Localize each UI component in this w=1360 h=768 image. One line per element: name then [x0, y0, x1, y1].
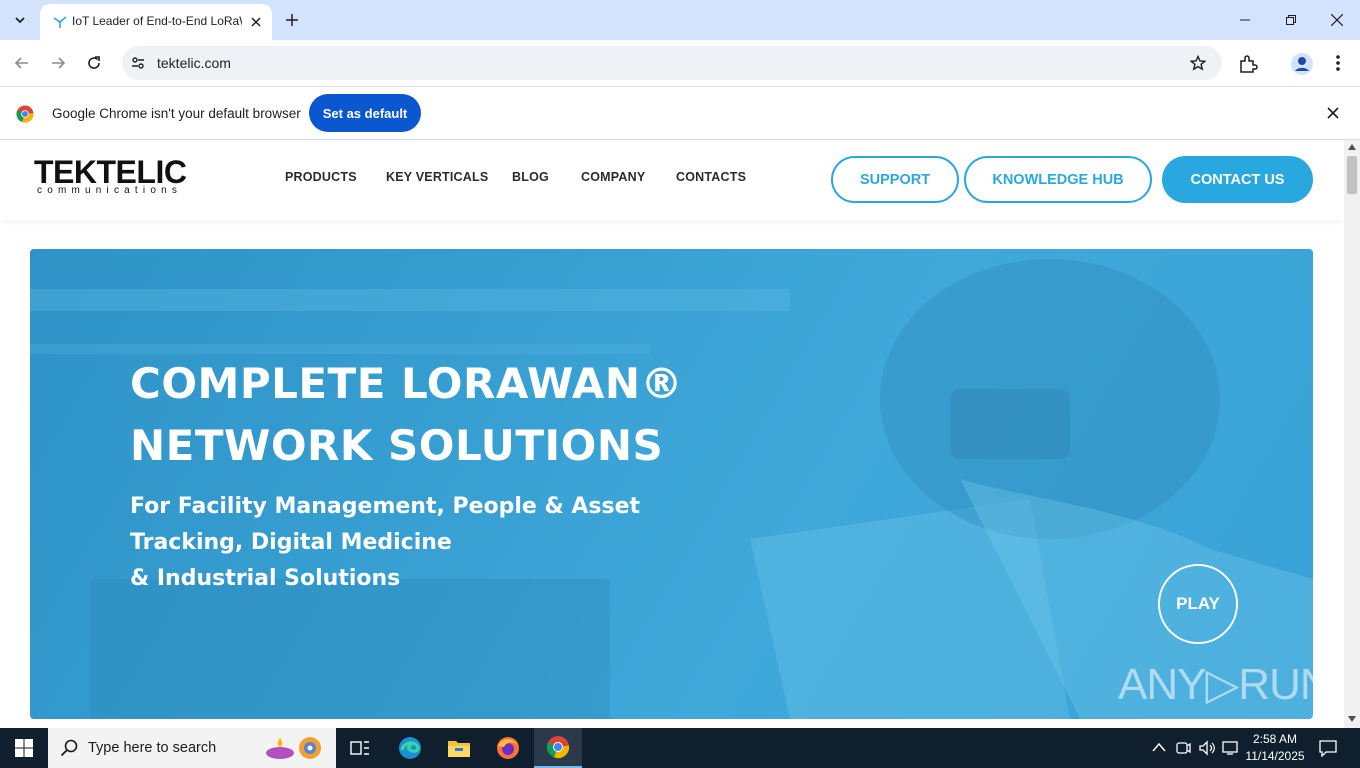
close-window-button[interactable]: [1314, 0, 1360, 40]
edge-icon: [399, 737, 421, 759]
taskbar-search-placeholder: Type here to search: [88, 740, 217, 756]
task-view-button[interactable]: [336, 728, 384, 768]
start-button[interactable]: [0, 728, 48, 768]
folder-icon: [448, 741, 470, 757]
edge-taskbar-button[interactable]: [386, 728, 434, 768]
hero-subtitle: For Facility Management, People & Asset …: [130, 489, 640, 597]
network-icon[interactable]: [1222, 740, 1240, 756]
browser-tab-strip: IoT Leader of End-to-End LoRaWAN: [0, 0, 1360, 40]
chrome-taskbar-button[interactable]: [534, 728, 582, 768]
browser-tab-active[interactable]: IoT Leader of End-to-End LoRaWAN: [40, 4, 272, 40]
restore-icon: [1286, 15, 1296, 25]
clock-time: 2:58 AM: [1252, 732, 1298, 746]
address-bar[interactable]: tektelic.com: [122, 46, 1222, 80]
logo-subtitle: communications: [37, 185, 183, 196]
volume-icon[interactable]: [1198, 740, 1216, 756]
tab-search-button[interactable]: [6, 7, 34, 33]
nav-key-verticals[interactable]: KEY VERTICALS: [386, 170, 488, 184]
plus-icon: [286, 14, 298, 26]
page-scrollbar[interactable]: [1344, 140, 1360, 728]
hero-subtitle-line-1: For Facility Management, People & Asset: [130, 494, 641, 519]
arrow-left-icon: [14, 57, 28, 69]
taskbar-search-box[interactable]: Type here to search: [48, 728, 336, 768]
scroll-down-icon[interactable]: [1348, 716, 1356, 722]
contact-us-button[interactable]: CONTACT US: [1162, 156, 1313, 203]
browser-toolbar: tektelic.com: [0, 40, 1360, 86]
windows-taskbar: Type here to search 2:58 AM 11/14/2025: [0, 728, 1360, 768]
infobar-message: Google Chrome isn't your default browser: [52, 106, 301, 121]
firefox-icon: [497, 737, 519, 759]
firefox-taskbar-button[interactable]: [484, 728, 532, 768]
new-tab-button[interactable]: [280, 8, 304, 32]
play-video-button[interactable]: PLAY: [1158, 564, 1238, 644]
support-button[interactable]: SUPPORT: [831, 156, 959, 203]
scroll-up-icon[interactable]: [1348, 144, 1356, 150]
minimize-button[interactable]: [1222, 0, 1268, 40]
hero-background-photo: [30, 249, 1313, 719]
file-explorer-taskbar-button[interactable]: [435, 728, 483, 768]
nav-blog[interactable]: BLOG: [512, 170, 549, 184]
site-header: TEKTELIC communications PRODUCTS KEY VER…: [0, 140, 1344, 220]
default-browser-infobar: Google Chrome isn't your default browser…: [0, 86, 1360, 140]
hero-title: COMPLETE LORAWAN® NETWORK SOLUTIONS: [130, 353, 683, 477]
restore-button[interactable]: [1268, 0, 1314, 40]
tab-title: IoT Leader of End-to-End LoRaWAN: [72, 14, 242, 28]
bookmark-star-icon[interactable]: [1190, 55, 1206, 71]
scrollbar-thumb[interactable]: [1347, 156, 1357, 194]
chrome-logo-icon: [16, 105, 34, 123]
minimize-icon: [1240, 19, 1250, 21]
anyrun-watermark: ANY▷RUN: [1118, 660, 1313, 709]
forward-button[interactable]: [44, 49, 72, 77]
close-infobar-icon[interactable]: [1327, 107, 1339, 119]
clock-date: 11/14/2025: [1245, 749, 1305, 763]
arrow-right-icon: [52, 57, 66, 69]
reload-icon: [88, 56, 100, 69]
task-view-icon: [350, 741, 369, 755]
tektelic-favicon-icon: [53, 16, 67, 28]
notifications-icon[interactable]: [1318, 739, 1338, 757]
back-button[interactable]: [8, 49, 36, 77]
site-info-icon[interactable]: [130, 55, 146, 71]
hero-title-line-2: NETWORK SOLUTIONS: [130, 421, 664, 470]
web-page: TEKTELIC communications PRODUCTS KEY VER…: [0, 140, 1344, 728]
nav-contacts[interactable]: CONTACTS: [676, 170, 746, 184]
kebab-menu-icon[interactable]: [1330, 54, 1346, 72]
tab-close-button[interactable]: [246, 12, 266, 32]
chrome-icon: [546, 736, 570, 759]
hero-subtitle-line-2: Tracking, Digital Medicine: [130, 530, 452, 555]
system-clock[interactable]: 2:58 AM 11/14/2025: [1240, 731, 1310, 765]
set-default-button[interactable]: Set as default: [309, 94, 421, 132]
close-icon: [1331, 14, 1343, 26]
hero-banner: COMPLETE LORAWAN® NETWORK SOLUTIONS For …: [30, 249, 1313, 719]
nav-company[interactable]: COMPANY: [581, 170, 645, 184]
nav-products[interactable]: PRODUCTS: [285, 170, 357, 184]
knowledge-hub-button[interactable]: KNOWLEDGE HUB: [964, 156, 1152, 203]
profile-avatar-icon[interactable]: [1290, 52, 1314, 76]
url-text: tektelic.com: [157, 55, 231, 71]
chevron-down-icon: [15, 17, 25, 24]
diwali-lamp-icon: [266, 737, 321, 759]
hero-subtitle-line-3: & Industrial Solutions: [130, 566, 401, 591]
close-icon: [251, 17, 261, 27]
meet-now-icon[interactable]: [1175, 740, 1191, 756]
reload-button[interactable]: [80, 49, 108, 77]
chevron-up-icon[interactable]: [1152, 742, 1166, 752]
extensions-icon[interactable]: [1238, 54, 1258, 74]
search-icon: [60, 739, 78, 757]
windows-logo-icon: [15, 739, 33, 757]
hero-title-line-1: COMPLETE LORAWAN®: [130, 359, 684, 408]
